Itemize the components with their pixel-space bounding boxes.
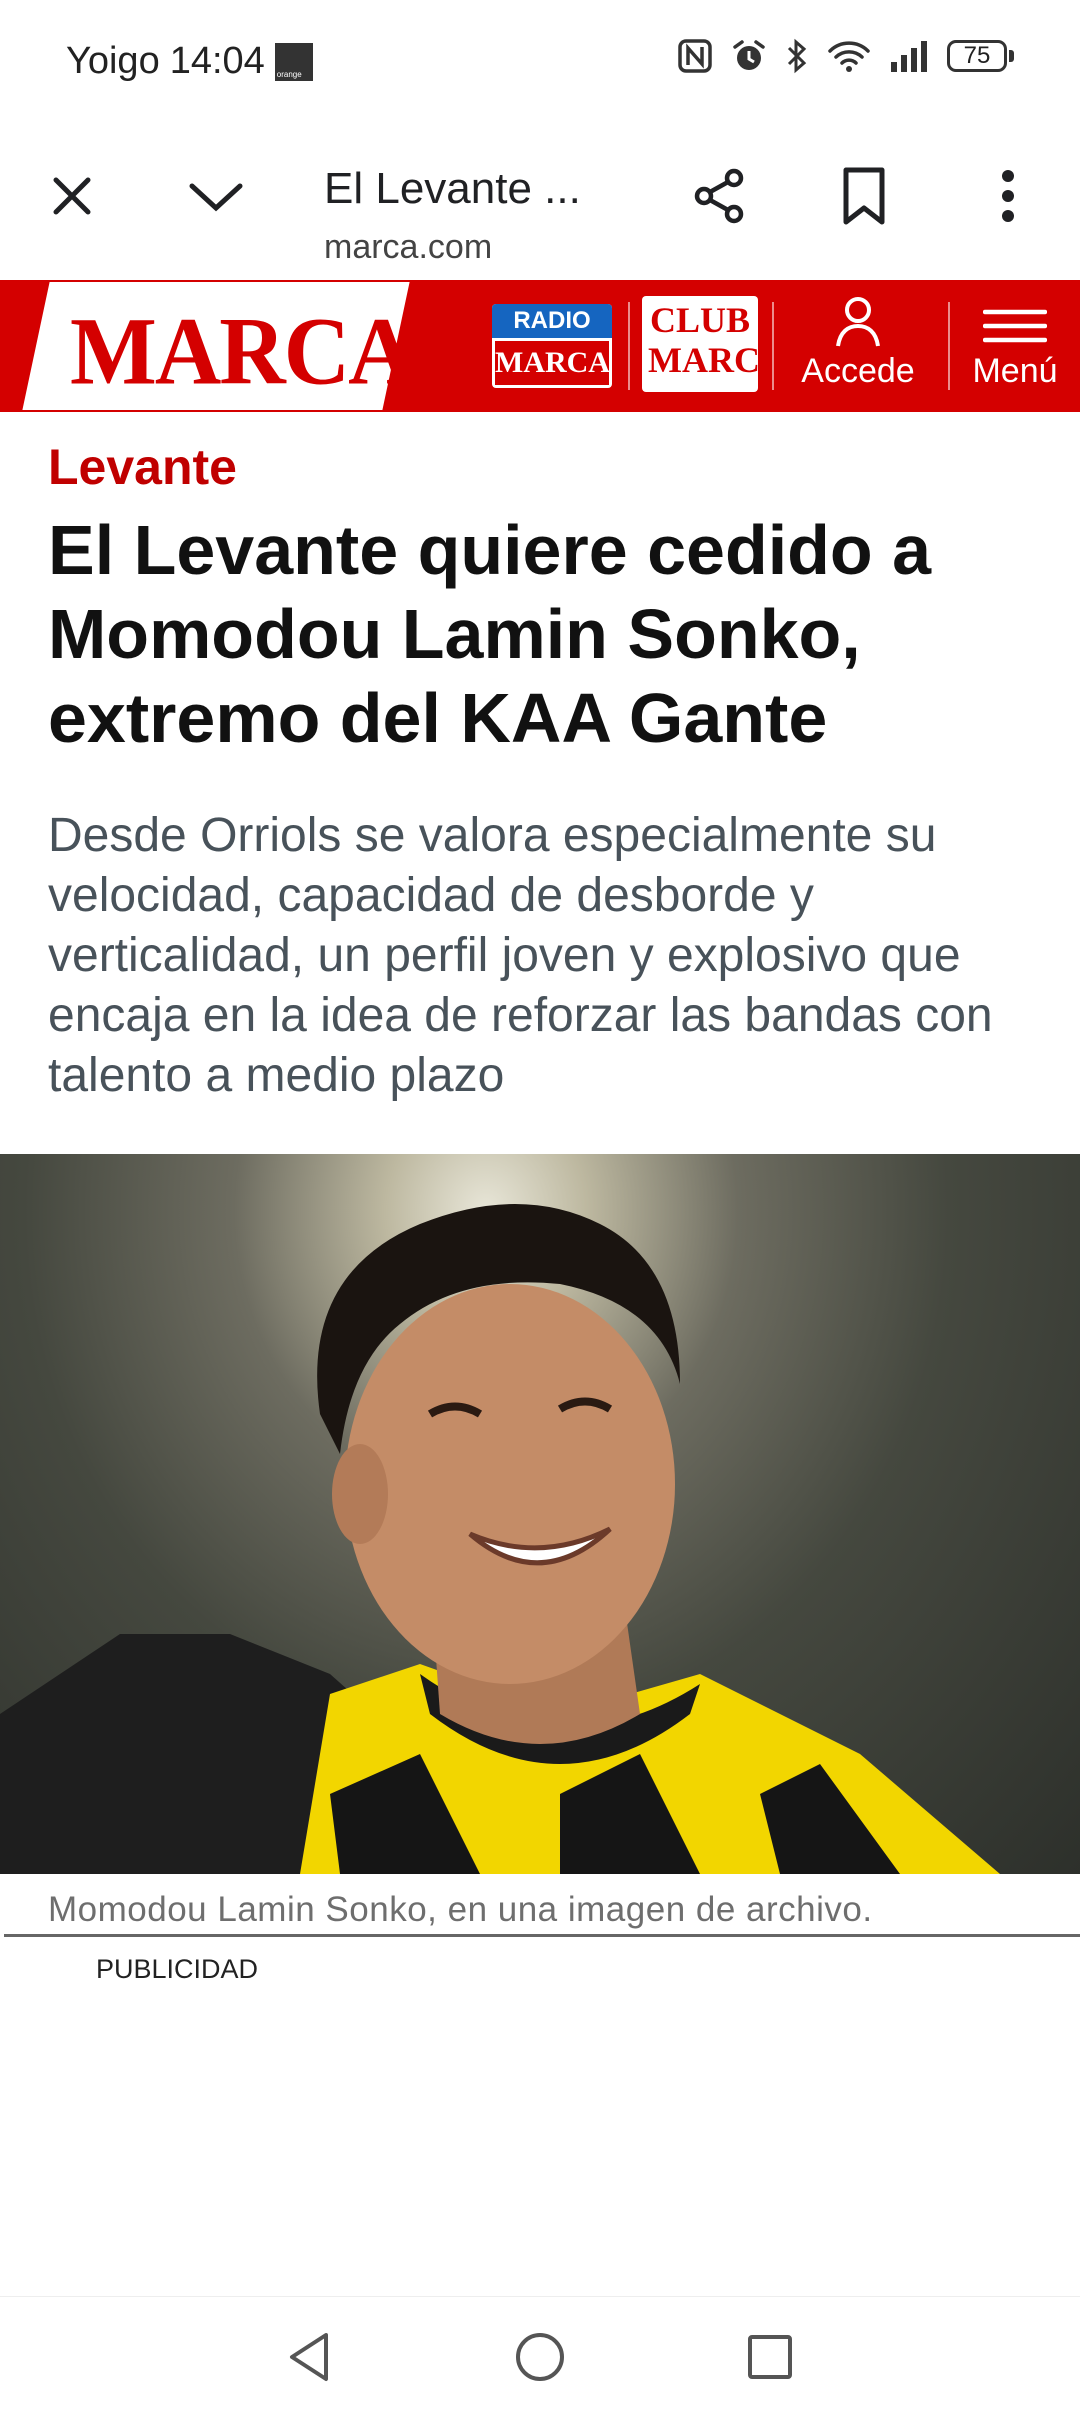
battery-icon: 75	[947, 40, 1014, 72]
article-photo[interactable]	[0, 1154, 1080, 1874]
recents-icon	[748, 2335, 792, 2379]
divider	[772, 302, 774, 390]
bookmark-button[interactable]	[828, 160, 900, 232]
login-button[interactable]: Accede	[796, 296, 920, 396]
advertisement-label: PUBLICIDAD	[96, 1954, 259, 1984]
caption-divider	[4, 1934, 1080, 1937]
radio-marca-button[interactable]: RADIO MARCA	[492, 304, 612, 388]
article-headline: El Levante quiere cedido a Momodou Lamin…	[48, 511, 932, 757]
radio-brand: MARCA	[495, 341, 610, 385]
status-bar: Yoigo 14:04 orange 75	[0, 0, 1080, 120]
alarm-icon	[733, 40, 765, 70]
login-label: Accede	[801, 352, 915, 390]
menu-button[interactable]: Menú	[960, 296, 1070, 396]
battery-level: 75	[963, 42, 991, 69]
player-photo-illustration	[0, 1204, 1000, 1874]
status-icons: 75	[677, 38, 1014, 74]
system-nav-bar	[0, 2296, 1080, 2413]
browser-toolbar: El Levante ... marca.com	[0, 120, 1080, 280]
club-line1: CLUB	[649, 300, 751, 340]
menu-label: Menú	[972, 352, 1058, 390]
more-vert-icon	[1002, 170, 1014, 222]
close-icon	[53, 177, 91, 215]
divider	[628, 302, 630, 390]
bookmark-icon	[843, 167, 885, 225]
more-options-button[interactable]	[972, 160, 1044, 232]
recents-button[interactable]	[740, 2327, 800, 2387]
home-button[interactable]	[510, 2327, 570, 2387]
back-button[interactable]	[280, 2327, 340, 2387]
signal-icon	[891, 41, 927, 72]
carrier-name: Yoigo	[66, 40, 160, 82]
carrier-info: Yoigo 14:04 orange	[66, 40, 313, 83]
page-title[interactable]: El Levante ...	[324, 164, 604, 214]
divider	[948, 302, 950, 390]
page-url[interactable]: marca.com	[324, 228, 492, 267]
share-button[interactable]	[684, 160, 756, 232]
share-icon	[694, 168, 744, 224]
close-tab-button[interactable]	[36, 160, 108, 232]
wifi-icon	[828, 41, 870, 72]
clock: 14:04	[169, 40, 265, 82]
home-icon	[516, 2333, 564, 2381]
chevron-down-icon	[189, 183, 243, 212]
minimize-button[interactable]	[180, 160, 252, 232]
bluetooth-icon	[787, 38, 807, 74]
nfc-icon	[678, 39, 712, 73]
club-marca-button[interactable]: CLUB MARCA	[642, 296, 786, 392]
hamburger-icon	[983, 309, 1047, 343]
user-icon	[836, 297, 880, 347]
orange-badge-icon: orange	[274, 42, 313, 81]
photo-caption: Momodou Lamin Sonko, en una imagen de ar…	[48, 1890, 873, 1929]
back-icon	[290, 2333, 328, 2381]
section-kicker[interactable]: Levante	[48, 438, 237, 496]
radio-label: RADIO	[492, 304, 612, 338]
article-subheadline: Desde Orriols se valora especialmente su…	[48, 809, 993, 1102]
club-line2: MARCA	[648, 340, 786, 380]
site-header: MARCA RADIO MARCA CLUB MARCA Accede Menú	[0, 280, 1080, 412]
marca-logo[interactable]: MARCA	[70, 295, 415, 406]
